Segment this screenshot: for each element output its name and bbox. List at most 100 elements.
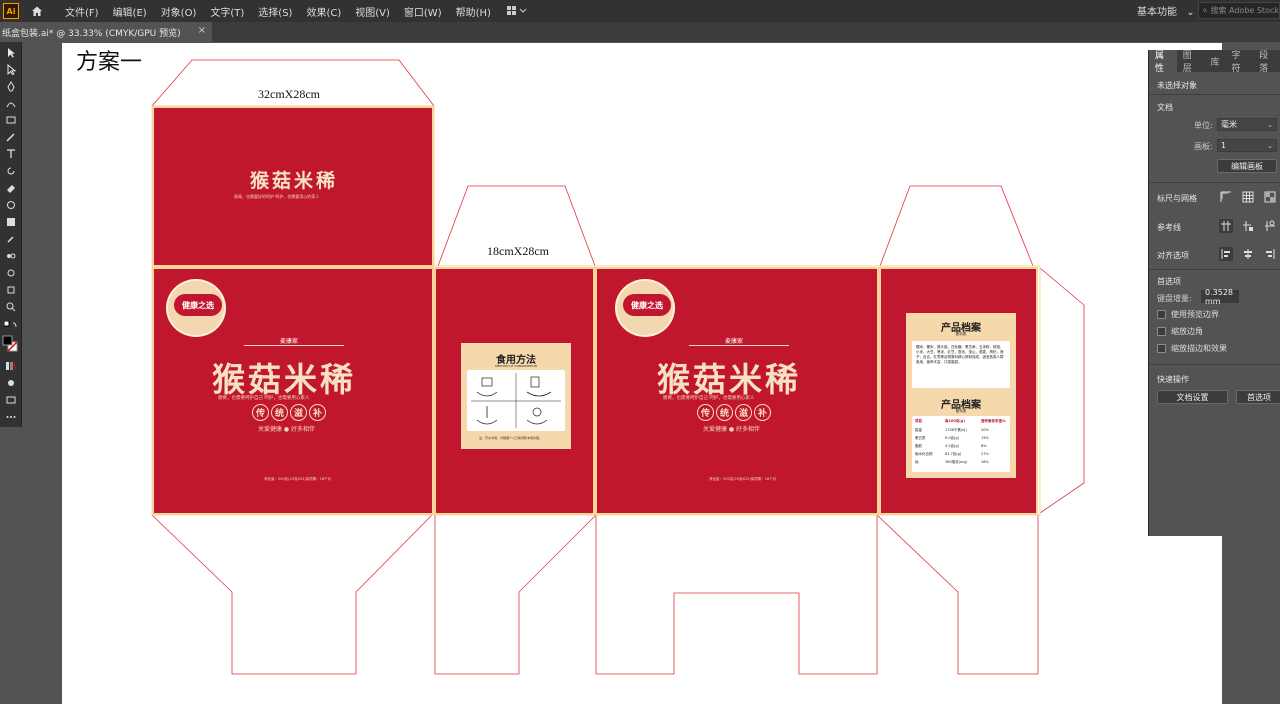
draw-mode-icon[interactable] [4,377,18,389]
nutrition-cell: 脂肪 [915,444,922,448]
tab-paragraph[interactable]: 段落 [1253,50,1280,74]
nutrition-row: 脂肪 4.5克(g) 8% [915,444,1007,449]
nutrition-cell: 20% [981,428,989,432]
type-tool-icon[interactable] [4,148,18,160]
shape-builder-tool-icon[interactable] [4,216,18,228]
keyboard-increment-input[interactable]: 0.3528 mm [1201,288,1239,306]
nutrition-row: 钠 360毫克(mg) 18% [915,460,1007,465]
preferences-button[interactable]: 首选项 [1236,390,1280,404]
checkbox[interactable] [1157,327,1166,336]
align-to-key-icon[interactable] [1241,247,1255,261]
tab-character[interactable]: 字符 [1226,50,1254,74]
fill-stroke-swatch-icon[interactable] [2,334,18,354]
guides-lock-icon[interactable] [1241,219,1255,233]
screen-mode-icon[interactable] [4,394,18,406]
menu-type[interactable]: 文字(T) [210,4,244,19]
front-brand-name: 猴菇米稀 [657,360,801,399]
rectangle-tool-icon[interactable] [4,114,18,126]
selection-tool-icon[interactable] [4,46,18,58]
paintbrush-tool-icon[interactable] [4,131,18,143]
artboard-value: 1 [1221,141,1227,150]
smart-guides-icon[interactable] [1263,219,1277,233]
eyedropper-tool-icon[interactable] [4,233,18,245]
checkbox-scale-strokes[interactable]: 缩放描边和效果 [1157,343,1227,354]
tab-layers[interactable]: 图层 [1177,50,1205,74]
divider [1149,269,1280,270]
warp-tool-icon[interactable] [4,199,18,211]
document-tab[interactable]: 纸盒包装.ai* @ 33.33% (CMYK/GPU 预览) × [0,22,212,42]
artboard-label: 画板: [1194,142,1213,151]
divider [1149,94,1280,95]
unit-select[interactable]: 毫米 ⌄ [1217,118,1277,131]
grid-icon[interactable] [1241,190,1255,204]
workspace-switcher[interactable]: 基本功能 ⌄ [1137,3,1195,18]
zoom-tool-icon[interactable] [4,301,18,313]
nutrition-cell: 81.7克(g) [945,452,962,456]
archive-subtitle: 配料表 [955,332,967,336]
side-panel-usage[interactable]: 食用方法 METHOD OF CONSUMPTION 注：开水冲调，可根据个人口… [434,267,595,515]
color-mode-icon[interactable] [4,360,18,372]
app-logo: Ai [3,3,19,19]
nutrition-table: 项目 每100克(g) 营养素参考值% 能量 1708千焦(kJ) 20% 蛋白… [912,416,1010,472]
side-panel-archive[interactable]: 产品档案 配料表 糯米，粳米，猴头菇，白砂糖，黑芝麻，玉米粉，核桃，小米，大豆，… [879,267,1038,515]
menu-object[interactable]: 对象(O) [161,4,197,19]
ingredients-text: 糯米，粳米，猴头菇，白砂糖，黑芝麻，玉米粉，核桃，小米，大豆，黑米，红豆，薏米，… [916,345,1004,364]
symbol-sprayer-tool-icon[interactable] [4,267,18,279]
transparency-grid-icon[interactable] [1263,190,1277,204]
menu-help[interactable]: 帮助(H) [456,4,491,19]
checkbox-scale-corners[interactable]: 缩放边角 [1157,326,1203,337]
ruler-icon[interactable] [1219,190,1233,204]
front-panel-right[interactable]: 健康之选 麦康家 猴菇米稀 肠胃，也需要呵护自己 呵护，也需要用心家人 传 统 … [595,267,879,515]
stock-search-input[interactable]: 搜索 Adobe Stock [1198,2,1280,19]
badge-text: 健康之选 [174,294,222,316]
checkbox[interactable] [1157,344,1166,353]
document-tab-bar: 纸盒包装.ai* @ 33.33% (CMYK/GPU 预览) × [0,22,1280,42]
more-tools-icon[interactable] [4,411,18,423]
rotate-tool-icon[interactable] [4,165,18,177]
guides-show-icon[interactable] [1219,219,1233,233]
tab-properties[interactable]: 属性 [1149,50,1177,74]
artboard-select[interactable]: 1 ⌄ [1217,139,1277,152]
artboard-tool-icon[interactable] [4,284,18,296]
nutrition-cell: 蛋白质 [915,436,926,440]
close-icon[interactable]: × [198,25,206,36]
document-setup-button[interactable]: 文档设置 [1157,390,1228,404]
menu-file[interactable]: 文件(F) [65,4,99,19]
front-tagline: 关爱健康 ● 好多相伴 [258,426,316,433]
lid-panel[interactable]: 猴菇米稀 肠胃，也需要好的呵护 呵护，也需要用心的家人 [152,106,434,267]
rulers-grids-label: 标尺与网格 [1157,194,1197,203]
health-badge: 健康之选 [615,279,675,337]
divider [1149,182,1280,183]
swap-fill-stroke-icon[interactable] [4,320,18,332]
checkbox-preview-bounds[interactable]: 使用预览边界 [1157,309,1219,320]
checkbox-label: 使用预览边界 [1171,310,1219,319]
front-panel-left[interactable]: 健康之选 麦康家 猴菇米稀 肠胃，也需要呵护自己 呵护，也需要用心家人 传 统 … [152,267,434,515]
checkbox-label: 缩放描边和效果 [1171,344,1227,353]
pen-tool-icon[interactable] [4,80,18,92]
edit-artboards-button[interactable]: 编辑画板 [1217,159,1277,173]
nutrition-cell: 碳水化合物 [915,452,933,456]
keyboard-increment-label: 键盘增量: [1157,294,1192,303]
workspace-label: 基本功能 [1137,7,1177,18]
round-char: 滋 [290,404,307,421]
eraser-tool-icon[interactable] [4,182,18,194]
menu-view[interactable]: 视图(V) [355,4,390,19]
nutrition-header-cell: 每100克(g) [945,419,966,423]
unit-label: 单位: [1194,121,1213,130]
round-char: 统 [716,404,733,421]
menu-effect[interactable]: 效果(C) [306,4,341,19]
align-to-selection-icon[interactable] [1219,247,1233,261]
home-icon[interactable] [29,3,45,19]
direct-selection-tool-icon[interactable] [4,63,18,75]
align-to-artboard-icon[interactable] [1263,247,1277,261]
blend-tool-icon[interactable] [4,250,18,262]
menu-window[interactable]: 窗口(W) [404,4,442,19]
arrange-documents-icon[interactable] [506,4,529,18]
menu-select[interactable]: 选择(S) [258,4,292,19]
menu-edit[interactable]: 编辑(E) [113,4,147,19]
checkbox[interactable] [1157,310,1166,319]
front-slogan: 肠胃，也需要呵护自己 呵护，也需要用心家人 [218,396,310,401]
tab-libraries[interactable]: 库 [1205,50,1226,72]
artboard-title: 方案一 [76,50,143,75]
curvature-tool-icon[interactable] [4,97,18,109]
